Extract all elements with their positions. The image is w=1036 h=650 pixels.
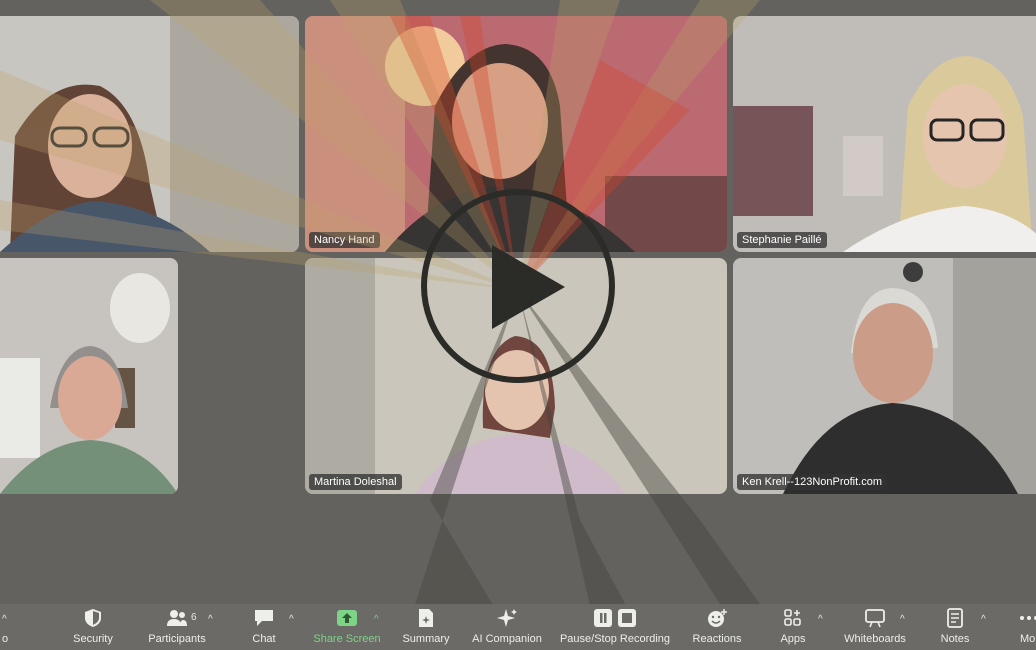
whiteboards-label: Whiteboards (844, 633, 906, 645)
participants-button[interactable]: Participants (144, 604, 210, 650)
apps-caret[interactable]: ^ (818, 614, 823, 625)
summary-icon (419, 609, 433, 627)
shield-icon (85, 609, 101, 627)
audio-button[interactable]: o (0, 604, 20, 650)
participant-name: Nancy Hand (309, 232, 380, 248)
participants-count: 6 (191, 612, 197, 623)
notes-caret[interactable]: ^ (981, 614, 986, 625)
ai-companion-label: AI Companion (472, 633, 542, 645)
play-button-icon[interactable] (419, 187, 617, 385)
whiteboards-caret[interactable]: ^ (900, 614, 905, 625)
video-tile-4[interactable] (0, 258, 178, 494)
reactions-button[interactable]: Reactions (686, 604, 748, 650)
participant-video (0, 16, 299, 252)
chat-caret[interactable]: ^ (289, 614, 294, 625)
notes-label: Notes (940, 633, 970, 645)
participant-video (0, 258, 178, 494)
video-tile-1[interactable] (0, 16, 299, 252)
share-screen-button[interactable]: Share Screen (308, 604, 386, 650)
chat-icon (255, 610, 273, 626)
more-icon (1020, 616, 1036, 620)
audio-caret[interactable]: ^ (2, 614, 7, 625)
participant-name: Ken Krell--123NonProfit.com (737, 474, 888, 490)
video-tile-3[interactable]: Stephanie Paillé (733, 16, 1036, 252)
participant-video (733, 16, 1036, 252)
apps-label: Apps (780, 633, 806, 645)
reaction-icon (708, 609, 727, 627)
security-button[interactable]: Security (62, 604, 124, 650)
participant-video (733, 258, 1036, 494)
participant-name: Martina Doleshal (309, 474, 402, 490)
share-screen-label: Share Screen (313, 633, 381, 645)
summary-button[interactable]: Summary (396, 604, 456, 650)
chat-label: Chat (252, 633, 276, 645)
more-button[interactable]: Mo (1014, 604, 1036, 650)
participants-caret[interactable]: ^ (208, 614, 213, 625)
participants-label: Participants (148, 633, 206, 645)
whiteboard-icon (865, 609, 885, 628)
apps-icon (784, 609, 801, 626)
chat-button[interactable]: Chat (240, 604, 288, 650)
meeting-toolbar: o ^ Security Participants 6 ^ Chat ^ Sha… (0, 604, 1036, 650)
more-label: Mo (1020, 633, 1036, 645)
reactions-label: Reactions (692, 633, 742, 645)
notes-button[interactable]: Notes (932, 604, 978, 650)
audio-label: o (1, 633, 9, 645)
security-label: Security (73, 633, 113, 645)
whiteboards-button[interactable]: Whiteboards (838, 604, 912, 650)
summary-label: Summary (402, 633, 450, 645)
pause-stop-recording-button[interactable]: Pause/Stop Recording (555, 604, 675, 650)
share-screen-caret[interactable]: ^ (374, 614, 379, 625)
notes-icon (947, 608, 963, 628)
pause-stop-recording-label: Pause/Stop Recording (559, 633, 671, 645)
meeting-gallery: Nancy Hand Stephanie Paillé Martina Dole… (0, 0, 1036, 650)
video-tile-6[interactable]: Ken Krell--123NonProfit.com (733, 258, 1036, 494)
participant-name: Stephanie Paillé (737, 232, 827, 248)
ai-companion-button[interactable]: AI Companion (468, 604, 546, 650)
sparkle-icon (497, 609, 517, 627)
pause-stop-icon (594, 609, 636, 627)
apps-button[interactable]: Apps (770, 604, 816, 650)
participants-icon (167, 610, 187, 626)
share-screen-icon (337, 610, 357, 626)
